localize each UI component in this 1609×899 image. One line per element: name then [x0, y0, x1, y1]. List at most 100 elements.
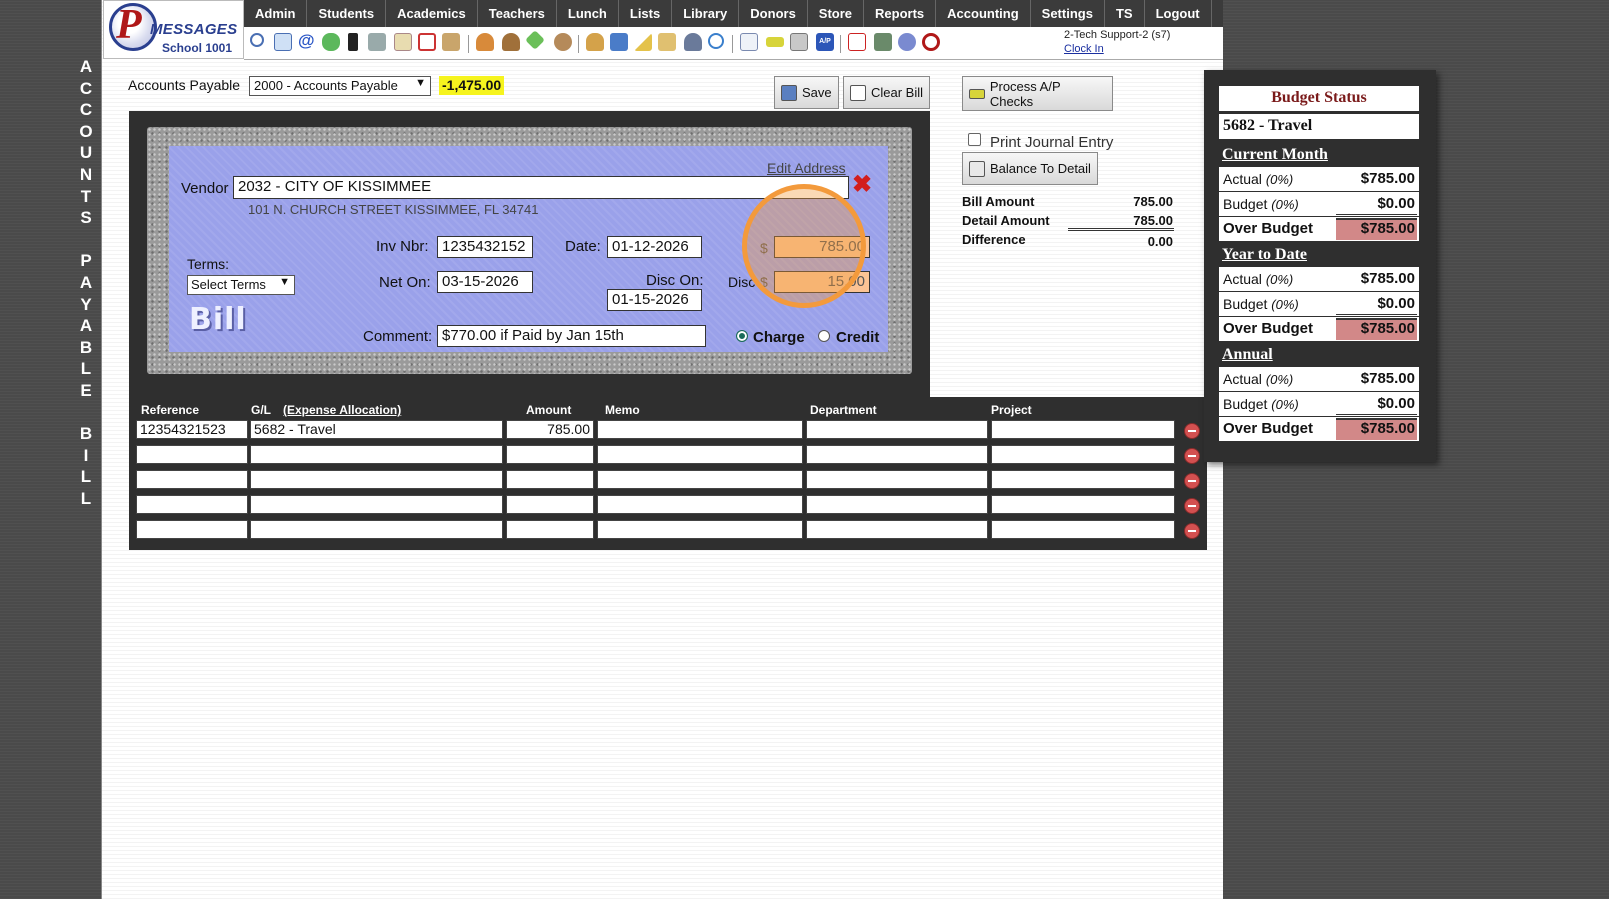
budget-section-annual[interactable]: Annual — [1222, 346, 1273, 364]
cash-icon[interactable] — [874, 33, 892, 51]
group-icon[interactable] — [554, 33, 572, 51]
nav-students[interactable]: Students — [307, 0, 387, 27]
lunch-icon[interactable] — [586, 33, 604, 51]
clock-in-link[interactable]: Clock In — [1064, 43, 1104, 55]
nav-store[interactable]: Store — [808, 0, 865, 27]
row-reference-input[interactable] — [136, 495, 248, 514]
charge-radio[interactable] — [736, 330, 748, 342]
ap-icon[interactable]: A/P — [816, 33, 834, 51]
row-memo-input[interactable] — [597, 445, 803, 464]
row-project-input[interactable] — [991, 470, 1175, 489]
tag-icon[interactable] — [525, 30, 545, 50]
budget-section-year-to-date[interactable]: Year to Date — [1222, 246, 1307, 264]
row-gl-input[interactable] — [250, 520, 503, 539]
row-department-input[interactable] — [806, 420, 988, 439]
row-gl-input[interactable] — [250, 495, 503, 514]
row-amount-input[interactable] — [506, 445, 594, 464]
nav-logout[interactable]: Logout — [1145, 0, 1212, 27]
email-icon[interactable]: @ — [298, 32, 316, 51]
row-department-input[interactable] — [806, 520, 988, 539]
pencil-icon[interactable] — [634, 33, 652, 51]
save-button[interactable]: Save — [774, 76, 839, 109]
date-field[interactable]: 01-12-2026 — [607, 236, 702, 258]
chat-icon[interactable] — [322, 33, 340, 51]
row-project-input[interactable] — [991, 495, 1175, 514]
staff-icon[interactable] — [502, 33, 520, 51]
note-icon[interactable] — [394, 33, 412, 51]
row-project-input[interactable] — [991, 420, 1175, 439]
terms-select[interactable]: Select Terms ▼ — [187, 275, 295, 295]
nav-reports[interactable]: Reports — [864, 0, 937, 27]
row-gl-input[interactable] — [250, 445, 503, 464]
table-icon[interactable] — [274, 33, 292, 51]
row-amount-input[interactable] — [506, 470, 594, 489]
phone-icon[interactable] — [348, 33, 358, 51]
remove-row-icon[interactable] — [1184, 498, 1200, 514]
nav-teachers[interactable]: Teachers — [478, 0, 557, 27]
row-gl-input[interactable]: 5682 - Travel — [250, 420, 503, 439]
nav-lists[interactable]: Lists — [619, 0, 673, 27]
remove-row-icon[interactable] — [1184, 423, 1200, 439]
row-memo-input[interactable] — [597, 520, 803, 539]
nav-library[interactable]: Library — [672, 0, 740, 27]
nav-lunch[interactable]: Lunch — [557, 0, 619, 27]
pdf-icon[interactable] — [848, 33, 866, 51]
edit-address-link[interactable]: Edit Address — [767, 160, 846, 176]
disc-amount-field[interactable]: 15.00 — [774, 271, 870, 293]
card-icon[interactable] — [766, 37, 784, 47]
teacher-icon[interactable] — [476, 33, 494, 51]
clear-bill-button[interactable]: Clear Bill — [843, 76, 931, 109]
transfer-icon[interactable] — [658, 33, 676, 51]
row-department-input[interactable] — [806, 445, 988, 464]
help-icon[interactable] — [898, 33, 916, 51]
power-icon[interactable] — [922, 33, 940, 51]
clock-icon[interactable] — [708, 33, 724, 49]
net-on-field[interactable]: 03-15-2026 — [437, 271, 533, 293]
nav-donors[interactable]: Donors — [739, 0, 808, 27]
row-project-input[interactable] — [991, 445, 1175, 464]
row-reference-input[interactable] — [136, 470, 248, 489]
book-icon[interactable] — [610, 33, 628, 51]
remove-row-icon[interactable] — [1184, 473, 1200, 489]
remove-row-icon[interactable] — [1184, 523, 1200, 539]
row-memo-input[interactable] — [597, 470, 803, 489]
row-department-input[interactable] — [806, 470, 988, 489]
clear-vendor-icon[interactable]: ✖ — [852, 173, 872, 197]
disc-on-field[interactable]: 01-15-2026 — [607, 289, 702, 311]
nav-ts[interactable]: TS — [1105, 0, 1145, 27]
row-amount-input[interactable] — [506, 495, 594, 514]
print-journal-checkbox[interactable] — [968, 133, 981, 146]
comment-field[interactable]: $770.00 if Paid by Jan 15th — [437, 325, 706, 347]
vendor-field[interactable]: 2032 - CITY OF KISSIMMEE — [233, 176, 849, 199]
process-ap-checks-button[interactable]: Process A/P Checks — [962, 76, 1113, 111]
row-memo-input[interactable] — [597, 420, 803, 439]
search-icon[interactable] — [250, 33, 264, 47]
speaker-icon[interactable] — [368, 33, 386, 51]
row-reference-input[interactable]: 12354321523 — [136, 420, 248, 439]
remove-row-icon[interactable] — [1184, 448, 1200, 464]
row-amount-input[interactable]: 785.00 — [506, 420, 594, 439]
expense-allocation-link[interactable]: (Expense Allocation) — [283, 403, 401, 417]
credit-radio[interactable] — [818, 330, 830, 342]
printer-icon[interactable] — [790, 33, 808, 51]
ap-account-select[interactable]: 2000 - Accounts Payable ▼ — [249, 76, 431, 96]
row-reference-input[interactable] — [136, 520, 248, 539]
nav-academics[interactable]: Academics — [386, 0, 478, 27]
nav-settings[interactable]: Settings — [1031, 0, 1105, 27]
app-logo[interactable]: P MESSAGES School 1001 — [103, 0, 244, 59]
nav-accounting[interactable]: Accounting — [936, 0, 1031, 27]
row-memo-input[interactable] — [597, 495, 803, 514]
amount-field[interactable]: 785.00 — [774, 236, 870, 258]
balance-to-detail-button[interactable]: Balance To Detail — [962, 152, 1098, 185]
row-reference-input[interactable] — [136, 445, 248, 464]
calendar-icon[interactable] — [418, 33, 436, 51]
row-amount-input[interactable] — [506, 520, 594, 539]
megaphone-icon[interactable] — [442, 33, 460, 51]
user-icon[interactable] — [684, 33, 702, 51]
nav-admin[interactable]: Admin — [244, 0, 308, 27]
row-department-input[interactable] — [806, 495, 988, 514]
row-project-input[interactable] — [991, 520, 1175, 539]
budget-section-current-month[interactable]: Current Month — [1222, 146, 1328, 164]
inv-nbr-field[interactable]: 1235432152 — [437, 236, 533, 258]
row-gl-input[interactable] — [250, 470, 503, 489]
